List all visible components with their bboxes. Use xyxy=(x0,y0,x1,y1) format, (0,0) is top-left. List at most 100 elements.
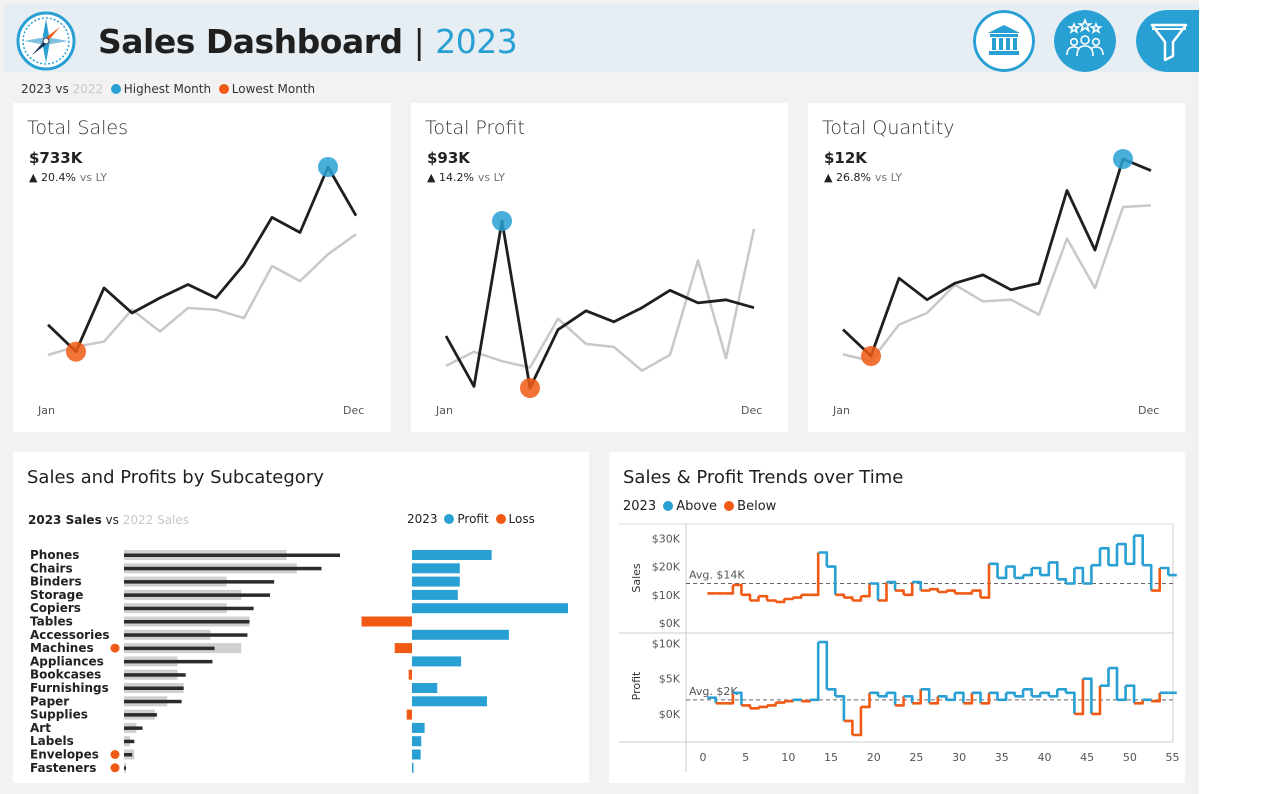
bar-sales-2023 xyxy=(124,553,340,557)
subcategory-label: Paper xyxy=(30,694,69,708)
sales-step-segment xyxy=(809,552,820,597)
lowest-month-marker xyxy=(66,341,86,362)
kpi-quantity-line-chart: Jan Dec xyxy=(832,149,1159,417)
profit-step-segment xyxy=(775,701,786,704)
subcategory-label: Labels xyxy=(30,734,74,748)
subcategory-label: Art xyxy=(30,721,51,735)
bar-profit xyxy=(412,696,488,707)
x-tick-label: 30 xyxy=(952,751,966,764)
bar-sales-2023 xyxy=(124,593,271,597)
bar-profit xyxy=(412,563,460,574)
kpi-card-quantity[interactable]: Total Quantity $12K ▲ 26.8% vs LY Jan Dec xyxy=(808,103,1185,432)
bar-sales-2023 xyxy=(124,659,213,664)
kpi-profit-line-chart: Jan Dec xyxy=(435,211,762,417)
sales-step-segment xyxy=(860,583,871,598)
bank-icon[interactable] xyxy=(973,10,1035,72)
header-bar: Sales Dashboard | 2023 xyxy=(4,4,1199,72)
sales-step-segment xyxy=(1091,548,1102,567)
x-tick-label: 55 xyxy=(1166,751,1180,764)
bar-profit xyxy=(412,656,462,667)
subcategory-label: Copiers xyxy=(30,601,81,615)
kpi-sales-line-chart: Jan Dec xyxy=(37,157,364,417)
profit-step-segment xyxy=(1100,668,1110,687)
subcategory-bar-chart: PhonesChairsBindersStorageCopiersTablesA… xyxy=(30,548,568,775)
x-tick-label: Jan xyxy=(37,404,55,417)
profit-step-segment xyxy=(843,719,854,735)
bar-sales-2023 xyxy=(124,699,182,704)
x-tick-label: Jan xyxy=(435,404,453,417)
sales-y-tick-label: $10K xyxy=(652,589,681,602)
bar-profit xyxy=(412,550,492,560)
sales-step-segment xyxy=(963,590,974,595)
highest-dot-icon xyxy=(110,84,121,94)
sales-step-segment xyxy=(792,594,803,599)
trends-card[interactable]: Sales & Profit Trends over Time 2023 Abo… xyxy=(609,452,1185,783)
profit-step-segment xyxy=(792,698,803,702)
bar-sales-2023 xyxy=(124,753,133,757)
legend-vs: vs xyxy=(55,82,69,96)
series-line-2022 xyxy=(47,233,357,357)
x-tick-label: 40 xyxy=(1037,751,1051,764)
subcategory-card[interactable]: Sales and Profits by Subcategory 2023 Sa… xyxy=(13,452,589,783)
legend-current-year: 2023 xyxy=(21,82,52,96)
x-tick-label: 5 xyxy=(742,751,749,764)
series-line-2022 xyxy=(445,228,756,372)
x-tick-label: 20 xyxy=(867,751,881,764)
subcategory-label: Furnishings xyxy=(30,681,109,695)
lowest-dot-icon xyxy=(218,84,229,94)
kpi-card-sales[interactable]: Total Sales $733K ▲ 20.4% vs LY Jan Dec xyxy=(13,103,391,432)
x-tick-label: 10 xyxy=(781,751,795,764)
sales-step-segment xyxy=(843,596,854,601)
sales-step-segment xyxy=(937,590,948,594)
bar-sales-2023 xyxy=(124,726,143,730)
profit-average-label: Avg. $2K xyxy=(689,685,738,698)
bar-profit xyxy=(412,762,414,773)
lowest-month-marker xyxy=(861,346,881,367)
bar-profit xyxy=(412,629,509,640)
x-tick-label: 15 xyxy=(824,751,838,764)
subcategory-label: Tables xyxy=(30,615,73,629)
subcategory-label: Binders xyxy=(30,575,82,589)
bar-profit xyxy=(412,576,460,587)
filter-icon[interactable] xyxy=(1136,10,1199,72)
profit-step-segment xyxy=(784,699,794,703)
legend-lowest: Lowest Month xyxy=(231,82,316,96)
profit-step-segment xyxy=(1142,698,1153,702)
bar-sales-2023 xyxy=(124,739,135,744)
bar-profit xyxy=(412,749,421,760)
subcategory-label: Accessories xyxy=(30,628,110,642)
profit-y-tick-label: $10K xyxy=(652,638,681,651)
sales-step-segment xyxy=(826,565,837,595)
highest-month-marker xyxy=(318,157,338,177)
subcategory-label: Supplies xyxy=(30,708,88,722)
x-tick-label: Dec xyxy=(1138,404,1159,417)
title-text: Sales Dashboard xyxy=(98,22,403,61)
trends-step-chart: Sales Profit $0K $10K $20K $30K Avg. $14K $0K $5… xyxy=(619,523,1180,772)
compass-logo-icon xyxy=(16,11,76,71)
profit-step-segment xyxy=(1151,692,1161,703)
x-tick-label: 0 xyxy=(700,751,707,764)
profit-step-segment xyxy=(741,704,752,709)
bar-sales-2023 xyxy=(124,766,127,770)
profit-step-segment xyxy=(801,699,811,703)
legend-previous-year: 2022 xyxy=(72,82,104,96)
bar-profit xyxy=(412,683,438,693)
team-stars-icon[interactable] xyxy=(1054,10,1116,72)
bar-sales-2023 xyxy=(124,646,215,651)
x-tick-label: 45 xyxy=(1080,751,1094,764)
bar-sales-2023 xyxy=(124,580,275,584)
sales-step-segment xyxy=(724,585,735,595)
subcategory-label: Fasteners xyxy=(30,761,96,775)
highlight-dot xyxy=(110,750,120,759)
x-tick-label: 35 xyxy=(995,751,1009,764)
bar-profit xyxy=(412,722,425,733)
bar-profit xyxy=(406,709,412,720)
profit-step-segment xyxy=(750,706,760,710)
bar-sales-2023 xyxy=(124,633,248,637)
profit-step-segment xyxy=(826,688,837,697)
kpi-card-profit[interactable]: Total Profit $93K ▲ 14.2% vs LY Jan Dec xyxy=(411,103,788,432)
bar-profit xyxy=(394,643,412,654)
profit-step-segment xyxy=(707,696,718,704)
sales-y-tick-label: $0K xyxy=(659,617,681,630)
sales-step-segment xyxy=(1057,578,1068,584)
